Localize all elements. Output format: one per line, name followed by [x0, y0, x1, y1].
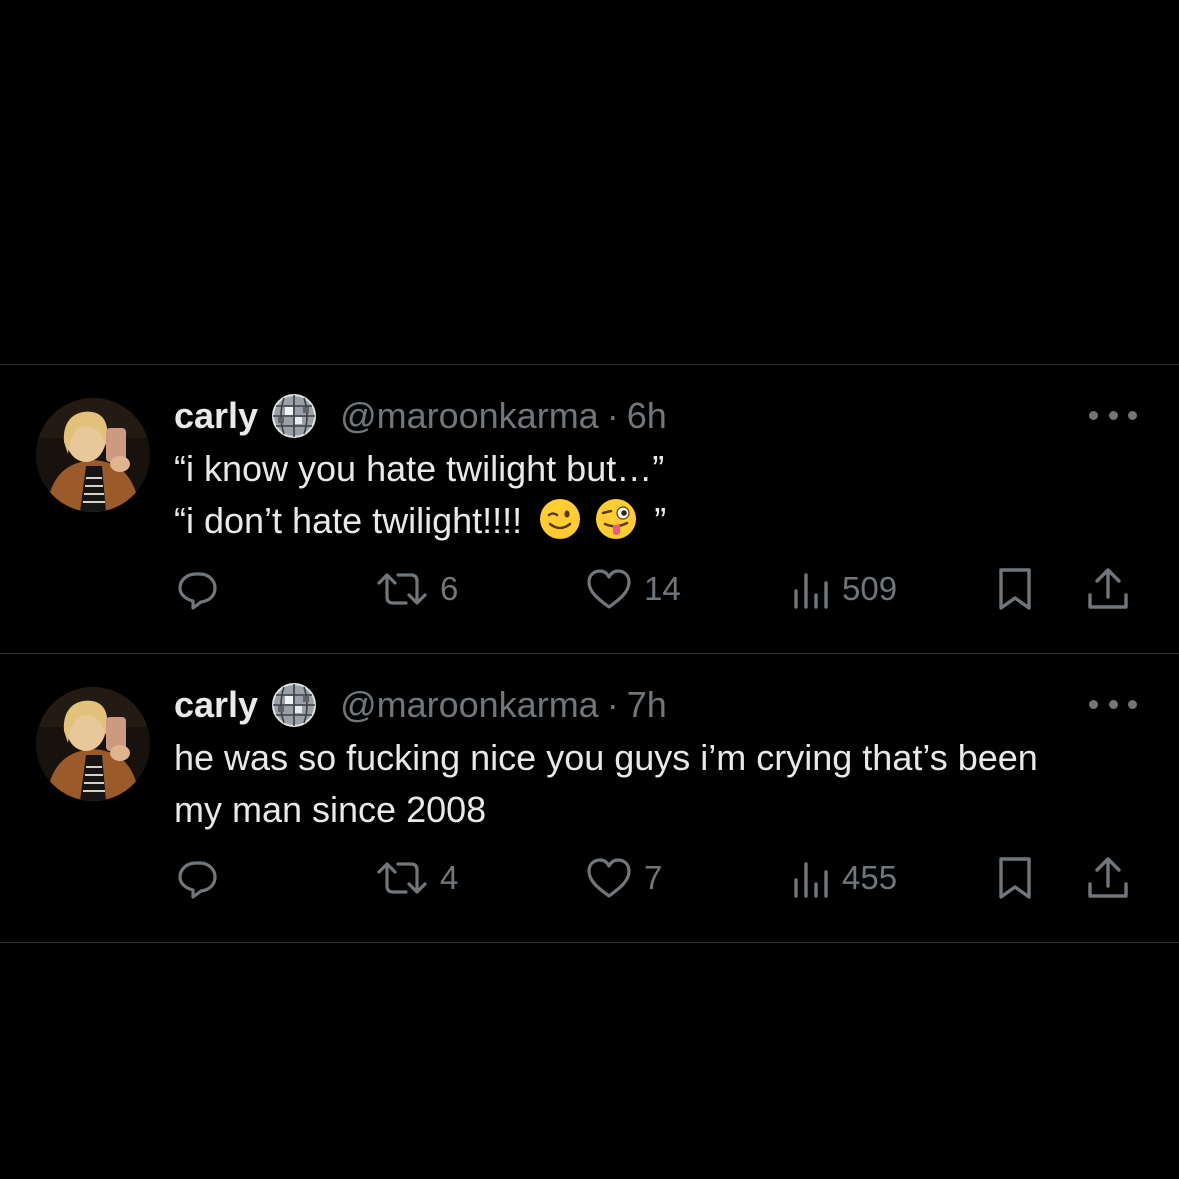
avatar[interactable]	[36, 398, 150, 512]
views-count: 509	[842, 570, 898, 607]
handle[interactable]: @maroonkarma	[340, 395, 599, 437]
action-bar: 4 7 455	[174, 852, 1140, 904]
tweet-text-line-1: “i know you hate twilight but…”	[174, 448, 665, 489]
retweet-button[interactable]: 6	[374, 563, 458, 615]
tweet-header: carly @maroonkarma · 6h	[174, 393, 667, 439]
retweet-icon	[377, 573, 427, 605]
tweet-header: carly @maroonkarma · 7h	[174, 682, 667, 728]
like-count: 7	[644, 859, 663, 896]
reply-icon	[178, 861, 217, 899]
tweet-text-line-2-end: ”	[654, 500, 667, 541]
reply-button[interactable]	[174, 852, 222, 904]
views-icon	[794, 573, 828, 609]
more-icon[interactable]	[1089, 407, 1137, 423]
disco-ball-badge	[270, 392, 318, 440]
tweet-text-line-2: my man since 2008	[174, 789, 487, 830]
display-name[interactable]: carly	[174, 395, 258, 437]
like-button[interactable]: 7	[584, 852, 662, 904]
tweet-1[interactable]: carly @maroonkarma · 6h “i know you hate…	[0, 365, 1179, 653]
tweet-text: he was so fucking nice you guys i’m cryi…	[174, 732, 1164, 836]
views-count: 455	[842, 859, 898, 896]
bookmark-icon	[999, 568, 1031, 610]
handle[interactable]: @maroonkarma	[340, 684, 599, 726]
reply-button[interactable]	[174, 563, 222, 615]
share-button[interactable]	[1084, 852, 1132, 904]
bookmark-button[interactable]	[994, 852, 1036, 904]
share-icon	[1088, 857, 1128, 898]
retweet-button[interactable]: 4	[374, 852, 458, 904]
separator: ·	[606, 684, 619, 725]
retweet-count: 4	[440, 859, 459, 896]
reply-icon	[178, 572, 217, 610]
views-icon	[794, 862, 828, 898]
tweet-text: “i know you hate twilight but…” “i don’t…	[174, 443, 1164, 547]
timestamp[interactable]: 7h	[627, 684, 667, 726]
retweet-count: 6	[440, 570, 459, 607]
winking-face-emoji	[538, 497, 582, 541]
bookmark-button[interactable]	[994, 563, 1036, 615]
share-icon	[1088, 568, 1128, 609]
tweet-text-line-2: “i don’t hate twilight!!!!	[174, 500, 523, 541]
separator: ·	[606, 395, 619, 436]
like-icon	[587, 858, 631, 898]
views-button[interactable]: 455	[790, 852, 897, 904]
zany-face-emoji	[594, 497, 638, 541]
disco-ball-badge	[270, 681, 318, 729]
tweet-text-line-1: he was so fucking nice you guys i’m cryi…	[174, 737, 1038, 778]
tweet-2[interactable]: carly @maroonkarma · 7h he was so fuckin…	[0, 654, 1179, 942]
display-name[interactable]: carly	[174, 684, 258, 726]
more-icon[interactable]	[1089, 696, 1137, 712]
timestamp[interactable]: 6h	[627, 395, 667, 437]
action-bar: 6 14 509	[174, 563, 1140, 615]
like-count: 14	[644, 570, 681, 607]
like-button[interactable]: 14	[584, 563, 681, 615]
share-button[interactable]	[1084, 563, 1132, 615]
avatar[interactable]	[36, 687, 150, 801]
divider-bottom	[0, 942, 1179, 943]
retweet-icon	[377, 862, 427, 894]
tweet-text-line-2-wrap: “i don’t hate twilight!!!! ”	[174, 495, 1164, 547]
views-button[interactable]: 509	[790, 563, 897, 615]
bookmark-icon	[999, 857, 1031, 899]
like-icon	[587, 569, 631, 609]
